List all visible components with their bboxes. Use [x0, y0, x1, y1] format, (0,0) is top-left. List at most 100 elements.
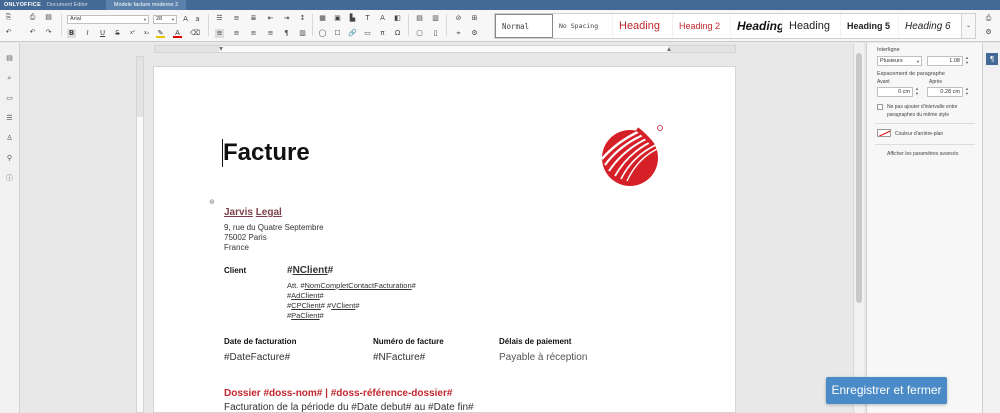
address-line-2: 75002 Paris	[224, 233, 267, 242]
increase-font-icon[interactable]: A	[181, 15, 190, 24]
style-heading-2[interactable]: Heading 2	[673, 14, 731, 38]
settings-icon[interactable]: ⚙	[470, 29, 479, 38]
document-heading[interactable]: Facture	[223, 139, 310, 167]
document-page[interactable]: Facture ⊕ Jarvis Legal 9, rue du Quatre …	[153, 66, 736, 413]
document-title: Modele facture moderne 2	[105, 0, 187, 10]
client-field-name: NClient	[292, 265, 328, 276]
spinner-icon[interactable]: ▲ ▼	[915, 86, 919, 96]
after-label: Après	[929, 79, 943, 85]
search-icon[interactable]: ⌕	[4, 73, 15, 84]
line-spacing-icon[interactable]: ↕	[298, 14, 307, 23]
style-normal[interactable]: Normal	[495, 14, 553, 38]
shading-icon[interactable]: ▥	[298, 29, 307, 38]
undo-button[interactable]: ↶	[28, 28, 37, 37]
chart-icon[interactable]: ▙	[348, 14, 357, 23]
text-box-icon[interactable]: T	[363, 14, 372, 23]
highlight-icon[interactable]: ✎	[156, 29, 165, 38]
align-center-icon[interactable]: ≡	[232, 29, 241, 38]
file-icon[interactable]: ▤	[4, 53, 15, 64]
style-no-spacing[interactable]: No Spacing	[553, 14, 613, 38]
copy-format-icon[interactable]: ⊘	[454, 14, 463, 23]
strikethrough-icon[interactable]: S	[113, 29, 122, 38]
underline-icon[interactable]: U	[98, 29, 107, 38]
about-icon[interactable]: ⓘ	[4, 173, 15, 184]
client-line-1-field: NomCompletContactFacturation	[304, 281, 412, 290]
align-right-icon[interactable]: ≡	[249, 29, 258, 38]
chevron-down-icon: ⌄	[965, 23, 972, 29]
copy-style-icon[interactable]: ⎘	[4, 13, 13, 22]
align-left-icon[interactable]: ≡	[215, 29, 224, 38]
save-icon[interactable]: ⎙	[984, 14, 993, 23]
mail-merge-icon[interactable]: ⊞	[470, 14, 479, 23]
print-icon[interactable]: ⎙	[28, 13, 37, 22]
font-size-select[interactable]: 28 ▼	[153, 15, 177, 24]
subscript-icon[interactable]: x₂	[142, 29, 151, 38]
client-line-3-suffix: #	[355, 301, 360, 310]
chat-icon[interactable]: ♙	[4, 133, 15, 144]
paragraph-settings-tab[interactable]: ¶	[986, 53, 998, 65]
shape-icon[interactable]: ◯	[318, 29, 327, 38]
client-line-1-prefix: Att. #	[287, 281, 305, 290]
save-and-close-button[interactable]: Enregistrer et fermer	[826, 377, 947, 404]
numbering-icon[interactable]: ≡	[232, 14, 241, 23]
move-handle-icon[interactable]: ⊕	[209, 198, 215, 206]
paragraph-marks-icon[interactable]: ¶	[282, 29, 291, 38]
page-break-icon[interactable]: ▤	[415, 14, 424, 23]
payment-terms-label: Délais de paiement	[499, 337, 572, 346]
after-spacing-input[interactable]: 0.28 cm	[927, 87, 963, 97]
table-icon[interactable]: ▦	[318, 14, 327, 23]
bold-icon[interactable]: B	[67, 29, 76, 38]
before-spacing-input[interactable]: 0 cm	[877, 87, 913, 97]
style-heading-1[interactable]: Heading	[613, 14, 673, 38]
no-interval-checkbox[interactable]	[877, 104, 883, 110]
scrollbar-thumb[interactable]	[856, 53, 862, 303]
vertical-scrollbar[interactable]	[853, 43, 864, 413]
header-footer-icon[interactable]: ▭	[363, 29, 372, 38]
para-spacing-label: Espacement de paragraphe	[877, 71, 945, 77]
gear-icon[interactable]: ⚙	[984, 28, 993, 37]
advanced-settings-link[interactable]: Afficher les paramètres avancés	[887, 151, 958, 157]
app-name: Document Editor	[46, 2, 88, 8]
styles-expand-button[interactable]: ⌄	[961, 13, 976, 39]
columns-icon[interactable]: ▥	[431, 14, 440, 23]
decrease-indent-icon[interactable]: ⇤	[266, 14, 275, 23]
font-color-icon[interactable]: A	[173, 29, 182, 38]
text-art-icon[interactable]: A	[378, 14, 387, 23]
image-icon[interactable]: ▣	[333, 14, 342, 23]
before-spacing-value: 0 cm	[898, 89, 910, 95]
equation-icon[interactable]: π	[378, 29, 387, 38]
dropcap-icon[interactable]: ◧	[393, 14, 402, 23]
bullets-icon[interactable]: ☰	[215, 14, 224, 23]
margins-icon[interactable]: ▢	[415, 29, 424, 38]
comment-icon[interactable]: ☐	[333, 29, 342, 38]
multilevel-icon[interactable]: ≣	[249, 14, 258, 23]
spinner-icon[interactable]: ▲ ▼	[965, 55, 969, 65]
horizontal-ruler[interactable]	[154, 45, 736, 53]
font-name-select[interactable]: Arial ▼	[67, 15, 149, 24]
superscript-icon[interactable]: x²	[128, 29, 137, 38]
style-heading-4[interactable]: Heading	[783, 14, 841, 38]
style-heading-5[interactable]: Heading 5	[841, 14, 899, 38]
vertical-ruler[interactable]	[136, 56, 144, 413]
link-icon[interactable]: 🔗	[348, 29, 357, 38]
plugins-icon[interactable]: ⚲	[4, 153, 15, 164]
bg-color-swatch[interactable]	[877, 129, 891, 137]
increase-indent-icon[interactable]: ⇥	[282, 14, 291, 23]
review-icon[interactable]: ☰	[4, 113, 15, 124]
spinner-icon[interactable]: ▲ ▼	[965, 86, 969, 96]
format-painter-icon[interactable]: ⌖	[454, 29, 463, 38]
justify-icon[interactable]: ≡	[266, 29, 275, 38]
styles-gallery: Normal No Spacing Heading Heading 2 Head…	[494, 13, 976, 39]
line-spacing-value-input[interactable]: 1.08	[927, 56, 963, 66]
paste-icon[interactable]: ▤	[44, 13, 53, 22]
undo-icon[interactable]: ↶	[4, 28, 13, 37]
decrease-font-icon[interactable]: a	[193, 15, 202, 24]
line-spacing-mode-select[interactable]: Plusieurs ▼	[877, 56, 922, 66]
redo-button[interactable]: ↷	[44, 28, 53, 37]
symbol-icon[interactable]: Ω	[393, 29, 402, 38]
italic-icon[interactable]: I	[83, 29, 92, 38]
clear-style-icon[interactable]: ⌫	[190, 29, 200, 38]
style-heading-3[interactable]: Heading	[731, 14, 783, 38]
orientation-icon[interactable]: ▯	[431, 29, 440, 38]
comments-icon[interactable]: ▭	[4, 93, 15, 104]
